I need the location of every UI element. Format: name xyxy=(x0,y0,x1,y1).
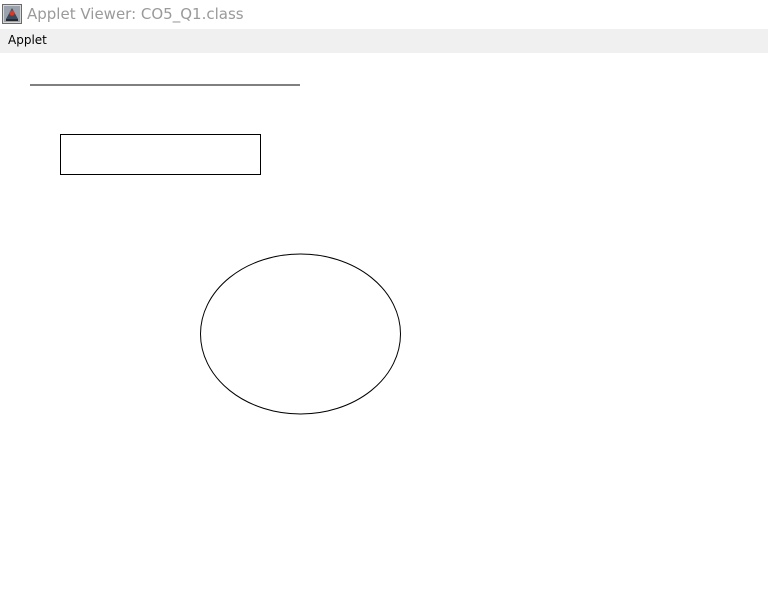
menu-bar: Applet xyxy=(0,29,768,53)
java-app-icon[interactable] xyxy=(2,4,22,24)
menu-applet[interactable]: Applet xyxy=(8,33,47,48)
drawing-surface xyxy=(30,84,401,415)
title-bar[interactable]: Applet Viewer: CO5_Q1.class xyxy=(0,0,768,29)
window-title: Applet Viewer: CO5_Q1.class xyxy=(27,5,244,23)
drawn-rectangle xyxy=(60,134,261,175)
drawn-oval xyxy=(200,253,401,415)
applet-canvas[interactable] xyxy=(0,53,768,589)
applet-viewer-window: Applet Viewer: CO5_Q1.class Applet xyxy=(0,0,768,589)
